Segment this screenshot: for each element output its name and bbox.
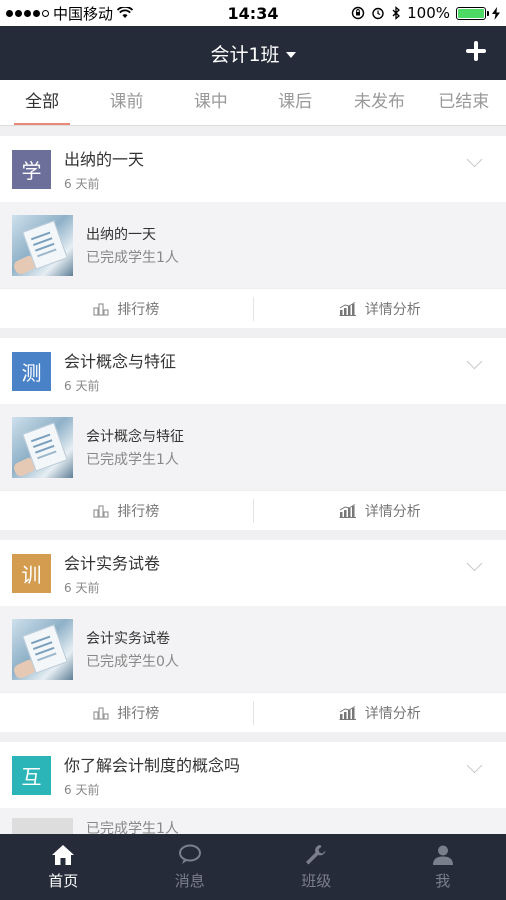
activity-thumbnail — [12, 618, 73, 680]
activity-item[interactable]: 出纳的一天 已完成学生1人 — [0, 202, 506, 288]
expand-chevron-icon[interactable] — [466, 555, 483, 572]
leaderboard-icon — [93, 302, 109, 316]
item-title: 会计实务试卷 — [86, 630, 170, 647]
tab-home[interactable]: 首页 — [0, 834, 127, 900]
leaderboard-button[interactable]: 排行榜 — [0, 289, 253, 328]
bluetooth-icon — [392, 6, 401, 20]
leaderboard-button[interactable]: 排行榜 — [0, 693, 253, 732]
tab-messages[interactable]: 消息 — [127, 834, 254, 900]
bottom-tab-bar: 首页 消息 班级 我 — [0, 834, 506, 900]
chevron-down-icon — [285, 51, 296, 58]
battery-icon — [456, 6, 489, 20]
detail-analysis-label: 详情分析 — [364, 301, 421, 318]
tab-class-label: 班级 — [301, 871, 332, 890]
tab-me-label: 我 — [435, 871, 451, 890]
leaderboard-icon — [93, 706, 109, 720]
expand-chevron-icon[interactable] — [466, 757, 483, 774]
activity-time: 6 天前 — [64, 581, 100, 595]
tab-class[interactable]: 班级 — [253, 834, 380, 900]
carrier-label: 中国移动 — [53, 4, 114, 23]
activity-type-badge: 训 — [12, 553, 51, 593]
activity-thumbnail — [12, 416, 73, 478]
item-completion-status: 已完成学生0人 — [86, 653, 179, 670]
activity-card: 学 出纳的一天 6 天前 出纳的一天 已完成学生1人 排行榜 详情分析 — [0, 136, 506, 328]
activity-title: 你了解会计制度的概念吗 — [64, 756, 241, 775]
activity-item[interactable]: 会计实务试卷 已完成学生0人 — [0, 606, 506, 692]
tab-before-class[interactable]: 课前 — [84, 80, 168, 125]
filter-tabs: 全部 课前 课中 课后 未发布 已结束 — [0, 80, 506, 126]
activity-title: 出纳的一天 — [64, 150, 145, 169]
wifi-icon — [117, 7, 134, 18]
detail-analysis-label: 详情分析 — [364, 705, 421, 722]
activity-type-badge: 学 — [12, 149, 51, 189]
activity-item[interactable]: 已完成学生1人 — [0, 808, 506, 834]
tab-ended[interactable]: 已结束 — [422, 80, 506, 125]
chat-icon — [178, 844, 202, 866]
item-completion-status: 已完成学生1人 — [86, 451, 179, 468]
activity-card: 测 会计概念与特征 6 天前 会计概念与特征 已完成学生1人 排行榜 详情分析 — [0, 338, 506, 530]
expand-chevron-icon[interactable] — [466, 353, 483, 370]
analysis-chart-icon — [339, 705, 357, 720]
leaderboard-label: 排行榜 — [117, 705, 160, 722]
tab-unpublished[interactable]: 未发布 — [337, 80, 421, 125]
leaderboard-label: 排行榜 — [117, 301, 160, 318]
tab-after-class[interactable]: 课后 — [253, 80, 337, 125]
expand-chevron-icon[interactable] — [466, 151, 483, 168]
activity-card: 训 会计实务试卷 6 天前 会计实务试卷 已完成学生0人 排行榜 详情分析 — [0, 540, 506, 732]
navigation-bar: 会计1班 — [0, 26, 506, 80]
activity-item[interactable]: 会计概念与特征 已完成学生1人 — [0, 404, 506, 490]
item-completion-status: 已完成学生1人 — [86, 821, 179, 834]
alarm-icon — [372, 7, 384, 20]
item-title: 会计概念与特征 — [86, 428, 184, 445]
home-icon — [51, 844, 75, 866]
tab-me[interactable]: 我 — [380, 834, 506, 900]
activity-time: 6 天前 — [64, 379, 100, 393]
activity-title: 会计概念与特征 — [64, 352, 177, 371]
tab-messages-label: 消息 — [174, 871, 205, 890]
item-title: 出纳的一天 — [86, 226, 156, 243]
tab-all[interactable]: 全部 — [0, 80, 84, 125]
add-button[interactable] — [464, 39, 488, 63]
activity-feed: 学 出纳的一天 6 天前 出纳的一天 已完成学生1人 排行榜 详情分析 测 会计… — [0, 126, 506, 834]
tab-in-class[interactable]: 课中 — [169, 80, 253, 125]
detail-analysis-button[interactable]: 详情分析 — [254, 491, 506, 530]
activity-type-badge: 互 — [12, 755, 51, 795]
activity-title: 会计实务试卷 — [64, 554, 161, 573]
person-icon — [431, 844, 455, 866]
item-completion-status: 已完成学生1人 — [86, 249, 179, 266]
detail-analysis-button[interactable]: 详情分析 — [254, 693, 506, 732]
activity-thumbnail — [12, 818, 73, 834]
activity-time: 6 天前 — [64, 783, 100, 797]
activity-type-badge: 测 — [12, 351, 51, 391]
detail-analysis-button[interactable]: 详情分析 — [254, 289, 506, 328]
card-header[interactable]: 互 你了解会计制度的概念吗 6 天前 — [0, 742, 506, 808]
charging-icon — [492, 6, 500, 20]
leaderboard-icon — [93, 504, 109, 518]
class-selector[interactable]: 会计1班 — [210, 40, 296, 67]
activity-time: 6 天前 — [64, 177, 100, 191]
detail-analysis-label: 详情分析 — [364, 503, 421, 520]
activity-card: 互 你了解会计制度的概念吗 6 天前 已完成学生1人 — [0, 742, 506, 834]
tab-home-label: 首页 — [48, 871, 79, 890]
card-header[interactable]: 学 出纳的一天 6 天前 — [0, 136, 506, 202]
page-title: 会计1班 — [210, 43, 280, 66]
leaderboard-button[interactable]: 排行榜 — [0, 491, 253, 530]
leaderboard-label: 排行榜 — [117, 503, 160, 520]
analysis-chart-icon — [339, 503, 357, 518]
battery-percent: 100% — [407, 4, 450, 22]
analysis-chart-icon — [339, 301, 357, 316]
rotation-lock-icon — [351, 6, 365, 20]
wrench-icon — [304, 844, 328, 866]
activity-thumbnail — [12, 214, 73, 276]
signal-strength-icon — [6, 9, 49, 17]
card-header[interactable]: 测 会计概念与特征 6 天前 — [0, 338, 506, 404]
status-bar: 中国移动 14:34 100% — [0, 0, 506, 26]
card-header[interactable]: 训 会计实务试卷 6 天前 — [0, 540, 506, 606]
